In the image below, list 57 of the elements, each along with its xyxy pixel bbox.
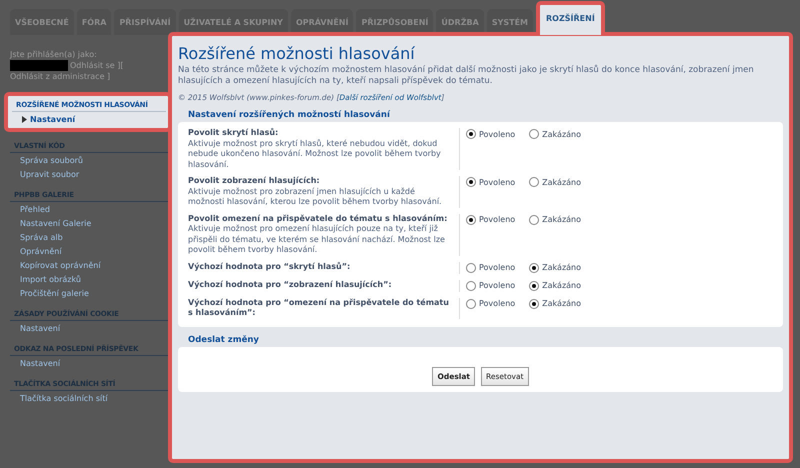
setting-label: Výchozí hodnota pro “skrytí hlasů”: — [188, 262, 352, 272]
menu-item[interactable]: Tlačítka sociálních sítí — [10, 391, 168, 406]
menu-item[interactable]: Kopírovat oprávnění — [10, 258, 168, 272]
setting-description: Aktivuje možnost pro skrytí hlasů, které nebudou vidět, dokud nebude ukončeno hlasování. Možnost lze povolit během tvorby hlasování. — [188, 138, 442, 170]
nav-tab[interactable]: VŠEOBECNÉ — [10, 9, 74, 35]
radio-button[interactable] — [529, 262, 540, 272]
fieldset-legend: Odeslat změny — [178, 326, 783, 346]
option-label: Zakázáno — [542, 178, 582, 186]
radio-button[interactable] — [466, 298, 476, 308]
page-title: Rozšířené možnosti hlasování — [178, 44, 416, 63]
option-label: Zakázáno — [542, 215, 582, 224]
setting-label: Výchozí hodnota pro “omezení na přispěvatele do tématu s hlasováním”: — [188, 298, 450, 318]
nav-tab[interactable]: FÓRA — [76, 9, 112, 35]
option-label: Zakázáno — [542, 299, 582, 308]
menu-item[interactable]: Upravit soubor — [10, 167, 168, 182]
menu-item[interactable]: Nastavení — [10, 321, 168, 336]
setting-description: Aktivuje možnost pro zobrazení jmen hlasujících u každé možnosti hlasování, kterou lze povolit během tvorby hlasování. — [188, 186, 443, 208]
radio-button[interactable] — [529, 129, 540, 139]
radio-button[interactable] — [466, 214, 476, 224]
radio-button[interactable] — [466, 129, 476, 139]
setting-label: Povolit skrytí hlasů: — [188, 128, 280, 138]
option-label: Povoleno — [479, 299, 516, 308]
nav-tab[interactable]: PŘISPÍVÁNÍ — [114, 9, 176, 35]
menu-item[interactable]: Nastavení — [10, 356, 168, 370]
option-label: Povoleno — [479, 215, 516, 224]
radio-button[interactable] — [466, 280, 476, 290]
menu-item[interactable]: Nastavení — [12, 112, 166, 126]
menu-item[interactable]: Nastavení Galerie — [10, 216, 168, 230]
setting-description: Aktivuje možnost pro omezení hlasujících pouze na ty, kteří již přispěli do tématu, ve kterém se hlasování nachází. Možnost lze povolit během tvorby hlasování. — [188, 224, 446, 256]
option-label: Povoleno — [479, 178, 516, 186]
menu-item[interactable]: Import obrázků — [10, 272, 168, 286]
nav-tab[interactable]: ROZŠÍŘENÍ — [536, 1, 605, 35]
menu-item[interactable]: Přehled — [10, 202, 168, 216]
setting-label: Výchozí hodnota pro “zobrazení hlasujících”: — [188, 280, 393, 290]
radio-button[interactable] — [529, 214, 540, 224]
radio-button[interactable] — [529, 177, 540, 187]
option-label: Zakázáno — [542, 130, 582, 138]
radio-button[interactable] — [529, 298, 540, 308]
caret-icon — [22, 116, 27, 124]
page-description: Na této stránce můžete k výchozím možnostem hlasování přidat další možnosti jako je skrytí hlasů do konce hlasování, zobrazení jmen hlasujících a omezení hlasujících na ty, kteří napsali příspěvek do tématu. — [178, 65, 755, 87]
radio-button[interactable] — [466, 262, 476, 272]
radio-button[interactable] — [529, 280, 540, 290]
fieldset-legend: Nastavení rozšířených možností hlasování — [178, 106, 783, 122]
option-label: Povoleno — [479, 130, 516, 138]
menu-item[interactable]: Správa souborů — [10, 153, 168, 168]
menu-item[interactable]: Správa alb — [10, 230, 168, 244]
menu-item[interactable]: Oprávnění — [10, 244, 168, 258]
option-label: Povoleno — [479, 281, 516, 290]
radio-button[interactable] — [466, 177, 476, 187]
option-label: Zakázáno — [542, 263, 582, 272]
option-label: Povoleno — [479, 263, 516, 272]
setting-label: Povolit zobrazení hlasujících: — [188, 176, 321, 186]
redaction-bar — [10, 60, 68, 72]
setting-label: Povolit omezení na přispěvatele do tématu s hlasováním: — [188, 214, 448, 224]
option-label: Zakázáno — [542, 281, 582, 290]
login-status: Jste přihlášen(a) jako: Odhlásit se ][ Odhlásit z administrace ] — [10, 49, 125, 82]
menu-item[interactable]: Pročištění galerie — [10, 286, 168, 300]
